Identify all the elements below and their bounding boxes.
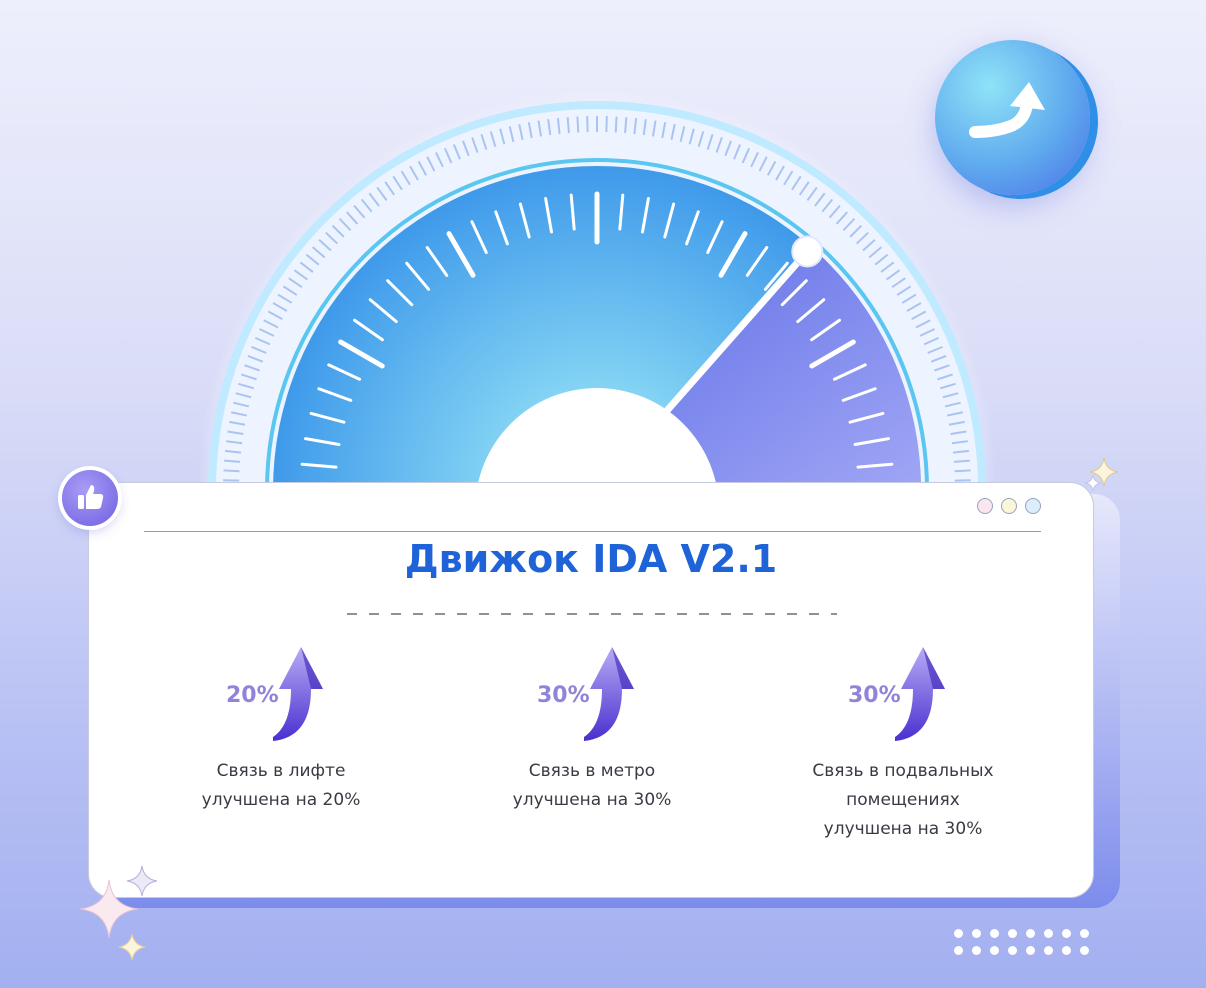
stat-item: 30% Связь в метро улучшена на 30% <box>442 645 742 815</box>
rising-arrow-icon <box>273 647 323 741</box>
stat-caption-line: улучшена на 20% <box>201 790 361 810</box>
stat-caption: Связь в лифте улучшена на 20% <box>131 757 431 815</box>
stat-item: 30% Связь в подвальных помещениях улучше… <box>753 645 1053 844</box>
stat-caption-line: помещениях <box>846 790 960 810</box>
dashed-divider <box>347 613 837 615</box>
stat-caption-line: Связь в подвальных <box>812 761 994 781</box>
outer-tick <box>953 459 970 463</box>
outer-tick <box>576 116 580 133</box>
outer-tick <box>614 116 618 133</box>
window-dot-yellow <box>1001 498 1017 514</box>
rising-arrow-icon <box>895 647 945 741</box>
stat-caption-line: улучшена на 30% <box>512 790 672 810</box>
info-card: Движок IDA V2.1 20% Связь в лифте улучше… <box>88 482 1094 898</box>
thumbs-up-icon <box>78 485 104 509</box>
thumbs-up-badge <box>62 470 118 526</box>
growth-badge <box>935 40 1090 195</box>
card-top-divider <box>144 531 1041 532</box>
stat-caption: Связь в подвальных помещениях улучшена н… <box>753 757 1053 844</box>
stat-caption-line: Связь в лифте <box>216 761 346 781</box>
stat-caption-line: улучшена на 30% <box>823 819 983 839</box>
stat-item: 20% Связь в лифте улучшена на 20% <box>131 645 431 815</box>
outer-tick <box>223 469 240 473</box>
sparkle-icon <box>1084 474 1102 492</box>
stat-icon: 20% <box>216 645 346 745</box>
card-title: Движок IDA V2.1 <box>404 537 778 581</box>
outer-tick <box>566 117 570 134</box>
outer-tick <box>624 117 628 134</box>
sparkle-icon <box>126 865 158 897</box>
outer-tick <box>224 459 241 463</box>
stat-icon: 30% <box>527 645 657 745</box>
sparkle-icon <box>118 933 146 961</box>
decorative-dot-grid <box>954 929 1089 955</box>
stat-icon: 30% <box>838 645 968 745</box>
stat-caption-line: Связь в метро <box>528 761 656 781</box>
stat-caption: Связь в метро улучшена на 30% <box>442 757 742 815</box>
window-dot-blue <box>1025 498 1041 514</box>
window-dot-pink <box>977 498 993 514</box>
window-dots <box>977 498 1041 514</box>
gauge-needle-knob <box>791 235 824 268</box>
outer-tick <box>954 469 971 473</box>
curved-up-arrow-icon <box>969 82 1045 138</box>
rising-arrow-icon <box>584 647 634 741</box>
